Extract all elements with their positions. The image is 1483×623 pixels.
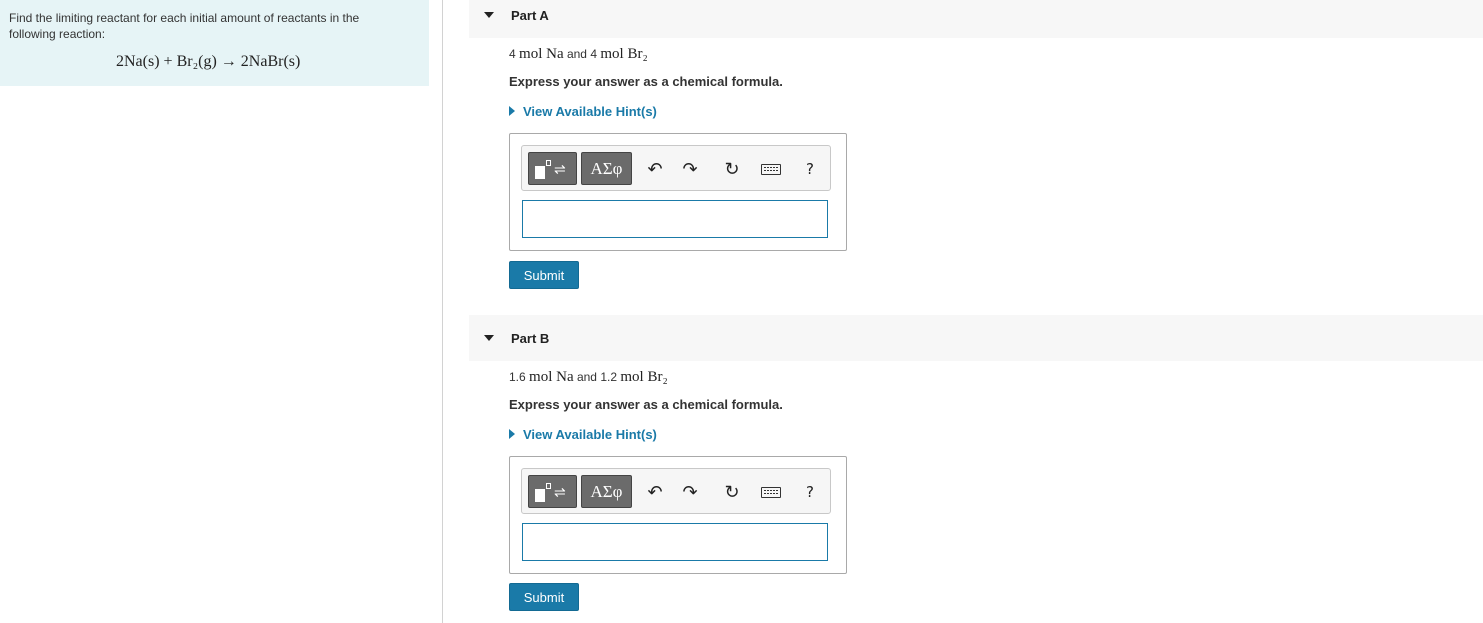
redo-icon[interactable]: ↷ [679, 481, 701, 503]
part-a-amount: 4 mol Na and 4 mol Br₂ [509, 46, 648, 63]
help-icon[interactable]: ? [802, 481, 818, 503]
greek-symbols-button[interactable]: ΑΣφ [581, 475, 632, 508]
math-toolbar: ⇌ ΑΣφ ↶ ↷ ↻ ? [521, 145, 831, 191]
amount-join: and [566, 47, 587, 61]
part-a-header[interactable]: Part A [469, 0, 1483, 38]
part-b-amount: 1.6 mol Na and 1.2 mol Br₂ [509, 369, 668, 386]
amount-a-unit: mol Na [519, 46, 564, 62]
amount-b-number: 4 [590, 47, 598, 61]
template-box-icon [535, 489, 545, 502]
template-superscript-icon [546, 160, 551, 166]
reaction-equation: 2Na(s) + Br₂(g) → 2NaBr(s) [116, 53, 301, 70]
part-a-instruction: Express your answer as a chemical formul… [509, 74, 783, 89]
keyboard-icon[interactable] [761, 164, 781, 175]
part-b-answer-input[interactable] [522, 523, 828, 561]
collapse-caret-icon [484, 12, 494, 18]
question-intro: Find the limiting reactant for each init… [9, 11, 360, 41]
amount-b-unit: mol Br₂ [620, 369, 668, 385]
expand-caret-icon [509, 429, 515, 439]
redo-icon[interactable]: ↷ [679, 158, 701, 180]
part-b-title: Part B [511, 331, 550, 346]
part-b-header[interactable]: Part B [469, 315, 1483, 361]
part-a-submit-button[interactable]: Submit [509, 261, 579, 289]
equilibrium-arrow-icon: ⇌ [554, 161, 566, 177]
amount-b-unit: mol Br₂ [600, 46, 648, 62]
part-a-hint-link[interactable]: View Available Hint(s) [509, 104, 657, 119]
help-icon[interactable]: ? [802, 158, 818, 180]
amount-a-number: 4 [509, 47, 516, 61]
amount-b-number: 1.2 [600, 370, 618, 384]
part-a-answer-input[interactable] [522, 200, 828, 238]
amount-a-unit: mol Na [529, 369, 574, 385]
templates-button[interactable]: ⇌ [528, 152, 577, 185]
part-a-answer-box: ⇌ ΑΣφ ↶ ↷ ↻ ? [509, 133, 847, 251]
template-superscript-icon [546, 483, 551, 489]
math-toolbar: ⇌ ΑΣφ ↶ ↷ ↻ ? [521, 468, 831, 514]
templates-button[interactable]: ⇌ [528, 475, 577, 508]
part-b-instruction: Express your answer as a chemical formul… [509, 397, 783, 412]
part-a-title: Part A [511, 8, 549, 23]
amount-join: and [576, 370, 597, 384]
greek-symbols-button[interactable]: ΑΣφ [581, 152, 632, 185]
amount-a-number: 1.6 [509, 370, 526, 384]
part-b-answer-box: ⇌ ΑΣφ ↶ ↷ ↻ ? [509, 456, 847, 574]
reset-icon[interactable]: ↻ [721, 158, 743, 180]
equilibrium-arrow-icon: ⇌ [554, 484, 566, 500]
question-panel: Find the limiting reactant for each init… [0, 0, 429, 86]
keyboard-icon[interactable] [761, 487, 781, 498]
hint-label: View Available Hint(s) [523, 104, 657, 119]
part-b-hint-link[interactable]: View Available Hint(s) [509, 427, 657, 442]
collapse-caret-icon [484, 335, 494, 341]
reset-icon[interactable]: ↻ [721, 481, 743, 503]
undo-icon[interactable]: ↶ [644, 481, 666, 503]
template-box-icon [535, 166, 545, 179]
expand-caret-icon [509, 106, 515, 116]
hint-label: View Available Hint(s) [523, 427, 657, 442]
part-b-submit-button[interactable]: Submit [509, 583, 579, 611]
undo-icon[interactable]: ↶ [644, 158, 666, 180]
panel-divider [442, 0, 443, 623]
